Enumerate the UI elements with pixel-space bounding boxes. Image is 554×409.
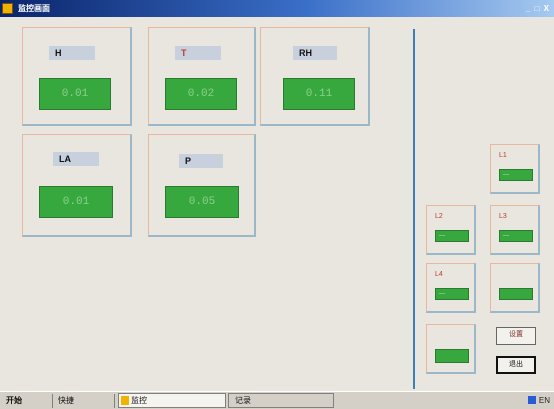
taskbar-window-log[interactable]: 记录 [228,393,334,408]
sensor-value-display: 0.01 [39,78,111,110]
vertical-divider [413,29,415,389]
side-panel-2: L2 — [426,205,476,255]
side-panel-5 [490,263,540,313]
window-icon [121,396,129,405]
side-panel-1: L1 — [490,144,540,194]
side-panel-label: L3 [499,213,507,220]
sensor-label: LA [53,152,99,166]
sensor-panel-1: H 0.01 [22,27,132,126]
side-panel-4: L4 — [426,263,476,313]
sensor-label: H [49,46,95,60]
side-panel-value: — [499,169,533,181]
sensor-value-display: 0.11 [283,78,355,110]
settings-button[interactable]: 设置 [496,327,536,345]
system-tray: EN [527,392,550,409]
side-panel-3: L3 — [490,205,540,255]
window-controls[interactable]: _ □ X [526,0,550,17]
side-panel-6 [426,324,476,374]
side-panel-label: L1 [499,152,507,159]
title-bar: 监控画面 _ □ X [0,0,554,17]
sensor-value-display: 0.05 [165,186,239,218]
exit-button[interactable]: 退出 [496,356,536,374]
taskbar: 开始 快捷 监控 记录 EN [0,391,554,409]
side-panel-label: L2 [435,213,443,220]
side-panel-value: — [499,230,533,242]
sensor-label: RH [293,46,337,60]
taskbar-window-label: 记录 [235,396,251,405]
sensor-value-display: 0.02 [165,78,237,110]
sensor-value-display: 0.01 [39,186,113,218]
language-icon [527,396,536,404]
sensor-label: T [175,46,221,60]
side-panel-label [435,331,467,341]
sensor-panel-3: RH 0.11 [260,27,370,126]
taskbar-separator [114,394,115,408]
monitor-area: H 0.01 T 0.02 RH 0.11 LA 0.01 P 0.05 L1 … [0,17,554,391]
side-panel-value [435,349,469,363]
side-panel-value: — [435,288,469,300]
taskbar-window-monitor[interactable]: 监控 [118,393,226,408]
quick-launch[interactable]: 快捷 [58,392,74,409]
start-button[interactable]: 开始 [6,392,22,409]
sensor-panel-2: T 0.02 [148,27,256,126]
sensor-panel-4: LA 0.01 [22,134,132,237]
side-panel-value [499,288,533,300]
sensor-label: P [179,154,223,168]
app-icon [2,3,13,14]
side-panel-value: — [435,230,469,242]
sensor-panel-5: P 0.05 [148,134,256,237]
window-title: 监控画面 [18,4,50,13]
tray-text[interactable]: EN [539,396,550,405]
taskbar-separator [52,394,53,408]
side-panel-label [499,270,531,280]
taskbar-window-label: 监控 [131,396,147,405]
side-panel-label: L4 [435,271,443,278]
